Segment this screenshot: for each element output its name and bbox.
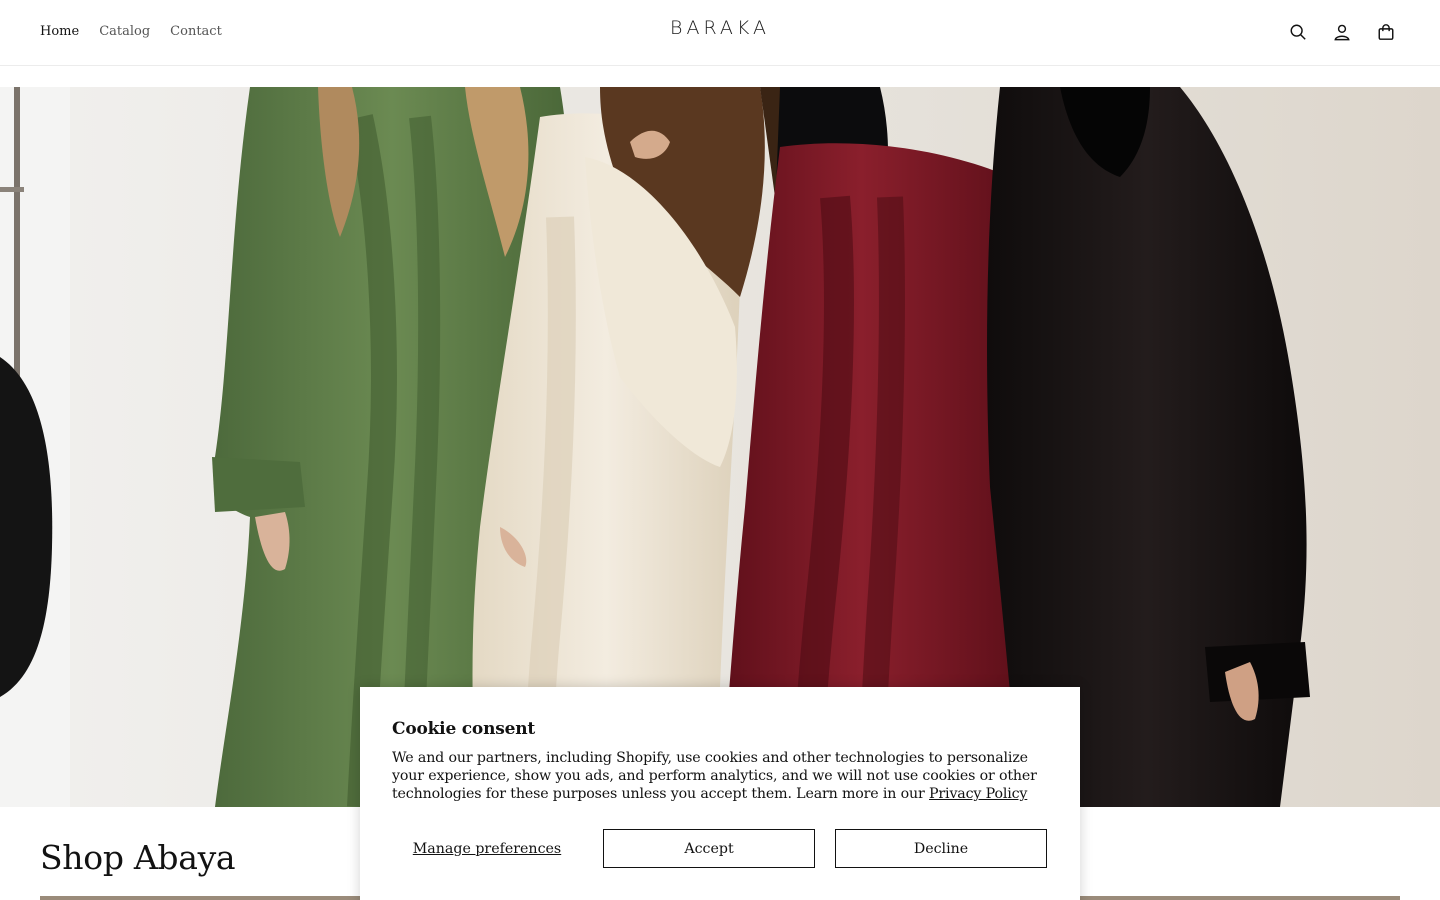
decline-button[interactable]: Decline — [835, 829, 1047, 868]
cookie-actions: Manage preferences Accept Decline — [392, 829, 1048, 868]
manage-preferences-link[interactable]: Manage preferences — [392, 829, 582, 868]
store-logo[interactable]: BARAKA — [0, 17, 1440, 39]
cookie-consent-dialog: Cookie consent We and our partners, incl… — [360, 687, 1080, 900]
accept-button[interactable]: Accept — [603, 829, 815, 868]
search-icon[interactable] — [1288, 22, 1308, 42]
account-icon[interactable] — [1332, 22, 1352, 42]
section-title: Shop Abaya — [40, 838, 236, 877]
header-icons — [1288, 22, 1396, 42]
cookie-body: We and our partners, including Shopify, … — [392, 749, 1048, 803]
site-header: Home Catalog Contact BARAKA — [0, 0, 1440, 66]
privacy-policy-link[interactable]: Privacy Policy — [929, 786, 1027, 802]
cookie-title: Cookie consent — [392, 719, 536, 739]
cart-icon[interactable] — [1376, 22, 1396, 42]
